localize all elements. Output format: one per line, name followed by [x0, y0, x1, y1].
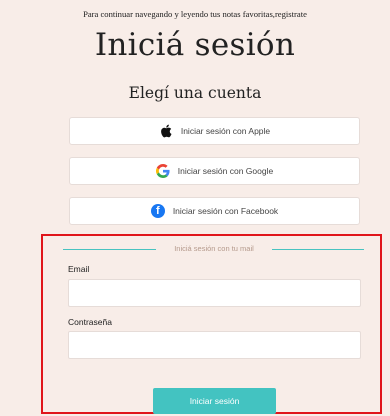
google-icon — [155, 164, 170, 178]
email-label: Email — [68, 264, 90, 274]
registration-note: Para continuar navegando y leyendo tus n… — [83, 9, 307, 19]
password-field[interactable] — [68, 331, 361, 359]
login-submit-button[interactable]: Iniciar sesión — [153, 388, 276, 414]
password-label: Contraseña — [68, 317, 112, 327]
mail-login-divider-text: Iniciá sesión con tu mail — [174, 244, 254, 253]
email-field[interactable] — [68, 279, 361, 307]
facebook-login-label: Iniciar sesión con Facebook — [172, 206, 279, 216]
page-title: Iniciá sesión — [94, 27, 296, 63]
divider-line-right — [272, 249, 364, 250]
facebook-icon: f — [150, 204, 165, 218]
apple-login-label: Iniciar sesión con Apple — [180, 126, 271, 136]
apple-login-button[interactable]: Iniciar sesión con Apple — [69, 117, 360, 145]
choose-account-heading: Elegí una cuenta — [128, 84, 262, 102]
google-login-button[interactable]: Iniciar sesión con Google — [69, 157, 360, 185]
facebook-login-button[interactable]: f Iniciar sesión con Facebook — [69, 197, 360, 225]
apple-icon — [159, 124, 173, 138]
google-login-label: Iniciar sesión con Google — [177, 166, 274, 176]
divider-line-left — [63, 249, 156, 250]
